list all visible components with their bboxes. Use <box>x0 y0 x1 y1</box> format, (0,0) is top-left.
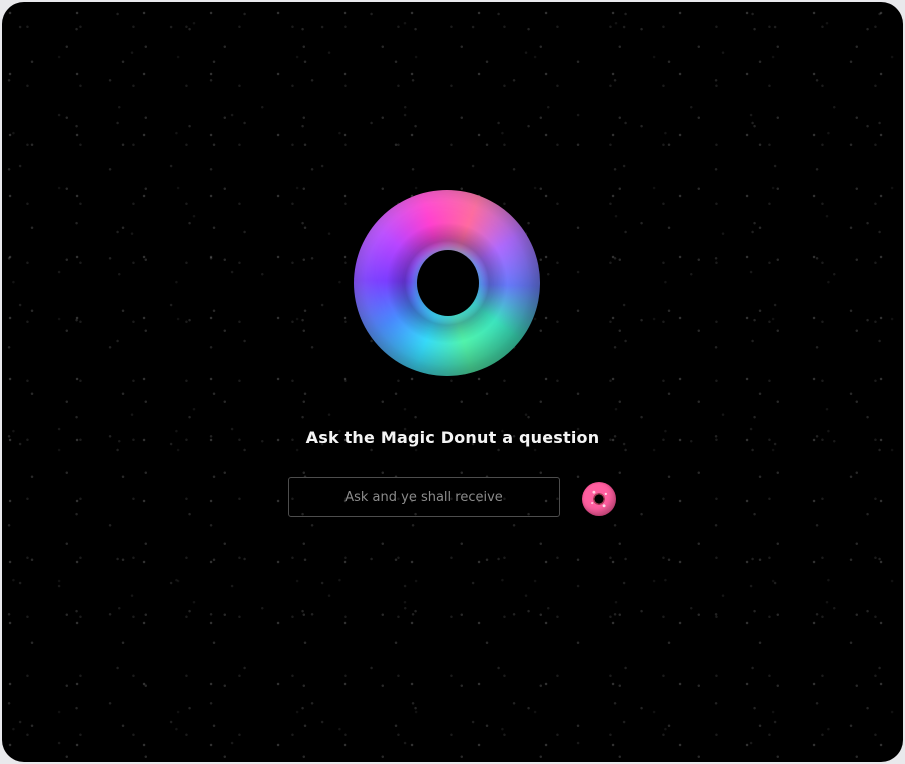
app-window: Ask the Magic Donut a question <box>2 2 903 762</box>
magic-donut-hole <box>417 250 479 316</box>
prompt-title: Ask the Magic Donut a question <box>305 428 600 447</box>
submit-button[interactable] <box>582 482 616 516</box>
donut-icon <box>582 482 616 516</box>
question-input[interactable] <box>288 477 560 517</box>
starfield-background-layer <box>2 2 903 762</box>
